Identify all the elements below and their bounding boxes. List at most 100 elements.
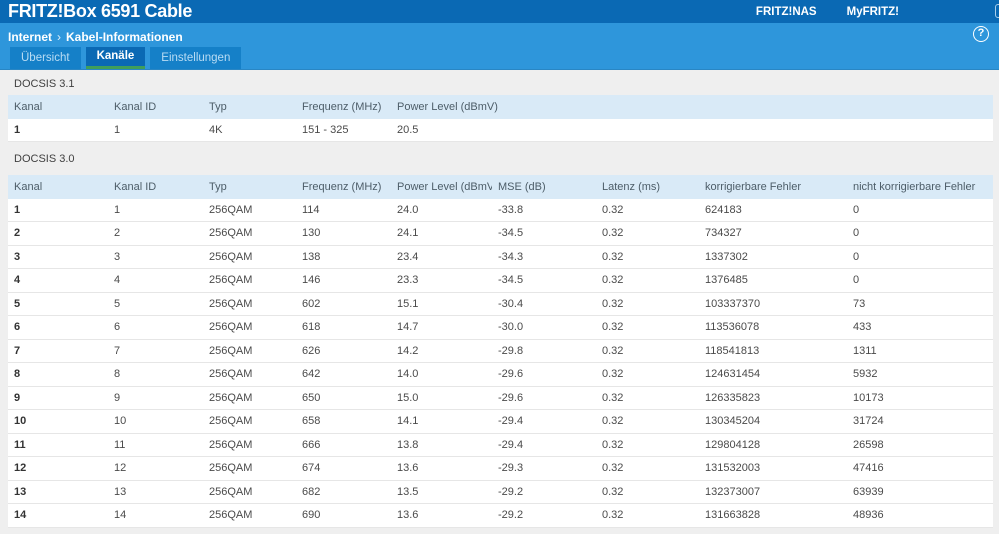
table-cell: 48936 — [847, 504, 993, 528]
column-header: Frequenz (MHz) — [296, 95, 391, 119]
table-cell: 2 — [8, 222, 108, 246]
table-row: 4 4 256QAM 146 23.3 -34.5 0.32 1376485 0 — [8, 269, 993, 293]
table-cell: -29.4 — [492, 410, 596, 434]
breadcrumb-separator-icon: › — [57, 30, 62, 44]
table-cell: 131663828 — [699, 504, 847, 528]
table-cell: 256QAM — [203, 222, 296, 246]
column-header: Kanal — [8, 175, 108, 199]
menu-icon[interactable] — [995, 4, 999, 18]
table-cell: -29.2 — [492, 504, 596, 528]
table-cell: 63939 — [847, 480, 993, 504]
table-cell: 11 — [108, 433, 203, 457]
table-cell: 13.6 — [391, 504, 492, 528]
table-cell: 10 — [108, 410, 203, 434]
fritznas-link[interactable]: FRITZ!NAS — [756, 6, 817, 18]
table-cell: 124631454 — [699, 363, 847, 387]
tab-kanaele[interactable]: Kanäle — [85, 47, 146, 69]
table-cell: 9 — [108, 386, 203, 410]
table-cell: 7 — [8, 339, 108, 363]
table-cell: 129804128 — [699, 433, 847, 457]
column-header: Typ — [203, 175, 296, 199]
help-icon[interactable]: ? — [973, 26, 989, 42]
column-header: Typ — [203, 95, 296, 119]
table-cell: 10 — [8, 410, 108, 434]
breadcrumb-page: Kabel-Informationen — [66, 30, 183, 44]
table-cell: 674 — [296, 457, 391, 481]
table-cell: 1 — [8, 118, 108, 142]
tab-einstellungen[interactable]: Einstellungen — [150, 47, 242, 69]
table-cell: 114 — [296, 198, 391, 222]
table-cell: 682 — [296, 480, 391, 504]
table-row: 6 6 256QAM 618 14.7 -30.0 0.32 113536078 433 — [8, 316, 993, 340]
column-header: Frequenz (MHz) — [296, 175, 391, 199]
table-cell: 256QAM — [203, 457, 296, 481]
table-cell: 256QAM — [203, 433, 296, 457]
table-header-row: Kanal Kanal ID Typ Frequenz (MHz) Power Leve… — [8, 175, 993, 199]
table-cell: 0 — [847, 245, 993, 269]
table-cell: 256QAM — [203, 316, 296, 340]
table-row: 5 5 256QAM 602 15.1 -30.4 0.32 103337370 73 — [8, 292, 993, 316]
table-cell: 0 — [847, 269, 993, 293]
table-cell: -34.5 — [492, 269, 596, 293]
table-cell: 1311 — [847, 339, 993, 363]
table-cell: 8 — [108, 363, 203, 387]
table-cell: 256QAM — [203, 269, 296, 293]
table-cell: 4 — [108, 269, 203, 293]
table-cell: 0 — [847, 198, 993, 222]
table-cell: 15.1 — [391, 292, 492, 316]
table-cell: 0.32 — [596, 339, 699, 363]
table-cell: 118541813 — [699, 339, 847, 363]
table-row: 7 7 256QAM 626 14.2 -29.8 0.32 118541813 1311 — [8, 339, 993, 363]
table-cell: -29.6 — [492, 363, 596, 387]
top-header-bar: FRITZ!Box 6591 Cable FRITZ!NAS MyFRITZ! — [0, 0, 999, 23]
table-cell: 14.0 — [391, 363, 492, 387]
table-cell: -33.8 — [492, 198, 596, 222]
table-cell: 1376485 — [699, 269, 847, 293]
table-cell: 0.32 — [596, 292, 699, 316]
table-cell: 0.32 — [596, 480, 699, 504]
table-cell: 0.32 — [596, 504, 699, 528]
myfritz-link[interactable]: MyFRITZ! — [847, 6, 899, 18]
table-cell: 3 — [8, 245, 108, 269]
table-cell: 433 — [847, 316, 993, 340]
table-cell: 31724 — [847, 410, 993, 434]
table-cell: -29.8 — [492, 339, 596, 363]
sub-header-bar: Internet › Kabel-Informationen ? Übersicht… — [0, 23, 999, 70]
column-header: Power Level (dBmV) — [391, 95, 993, 119]
tab-uebersicht[interactable]: Übersicht — [10, 47, 81, 69]
table-cell: 13 — [8, 480, 108, 504]
table-cell: 8 — [8, 363, 108, 387]
table-row: 10 10 256QAM 658 14.1 -29.4 0.32 130345204 31724 — [8, 410, 993, 434]
table-cell: 73 — [847, 292, 993, 316]
table-cell: 256QAM — [203, 480, 296, 504]
table-row: 9 9 256QAM 650 15.0 -29.6 0.32 126335823 10173 — [8, 386, 993, 410]
column-header: Power Level (dBmV) — [391, 175, 492, 199]
table-cell: 5932 — [847, 363, 993, 387]
table-cell: -34.5 — [492, 222, 596, 246]
table-cell: 642 — [296, 363, 391, 387]
table-cell: 4 — [8, 269, 108, 293]
table-cell: -29.6 — [492, 386, 596, 410]
breadcrumb-internet[interactable]: Internet — [8, 30, 52, 44]
table-cell: 626 — [296, 339, 391, 363]
column-header: Latenz (ms) — [596, 175, 699, 199]
table-row: 13 13 256QAM 682 13.5 -29.2 0.32 132373007 63939 — [8, 480, 993, 504]
table-cell: 14.2 — [391, 339, 492, 363]
table-cell: 5 — [8, 292, 108, 316]
table-cell: 151 - 325 — [296, 118, 391, 142]
table-cell: 138 — [296, 245, 391, 269]
table-cell: 130 — [296, 222, 391, 246]
table-cell: 256QAM — [203, 292, 296, 316]
table-cell: -29.3 — [492, 457, 596, 481]
column-header: korrigierbare Fehler — [699, 175, 847, 199]
table-cell: 256QAM — [203, 504, 296, 528]
column-header: MSE (dB) — [492, 175, 596, 199]
table-row: 1 1 256QAM 114 24.0 -33.8 0.32 624183 0 — [8, 198, 993, 222]
table-cell: 666 — [296, 433, 391, 457]
table-cell: -29.2 — [492, 480, 596, 504]
table-cell: 5 — [108, 292, 203, 316]
table-cell: 24.0 — [391, 198, 492, 222]
table-cell: 0.32 — [596, 433, 699, 457]
table-cell: 13.8 — [391, 433, 492, 457]
table-cell: 0.32 — [596, 386, 699, 410]
